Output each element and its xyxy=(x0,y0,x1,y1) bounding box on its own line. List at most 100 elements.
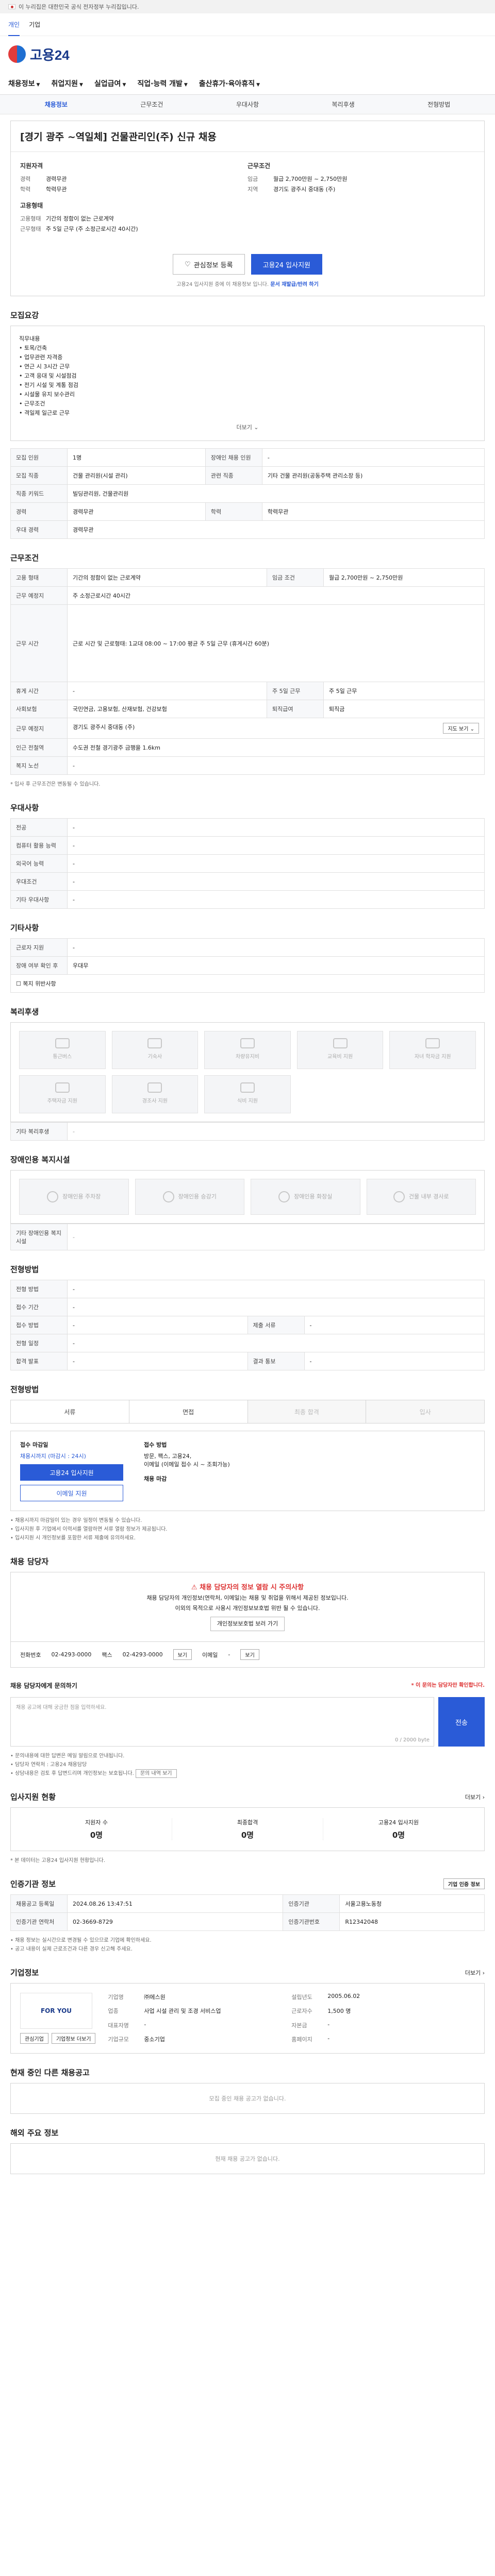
inquiry-textarea[interactable]: 채용 공고에 대해 궁금한 점을 입력하세요. 0 / 2000 byte xyxy=(10,1697,434,1747)
job-description: 직무내용 • 토목/건축 • 업무관련 자격증 • 연근 시 3시간 근무 • 고객 응… xyxy=(10,326,485,441)
gift-icon xyxy=(147,1082,162,1093)
send-button[interactable]: 전송 xyxy=(438,1697,485,1747)
contact-row: 전화번호 02-4293-0000 팩스 02-4293-0000 보기 이메일 - … xyxy=(10,1642,485,1668)
cap-icon xyxy=(425,1038,440,1048)
registration-table: 채용공고 등록일 2024.08.26 13:47:51 인증기관 서울고용노동청 인… xyxy=(10,1894,485,1931)
inquiry-form: 채용 공고에 대해 궁금한 점을 입력하세요. 0 / 2000 byte 전송 xyxy=(10,1697,485,1747)
map-button[interactable]: 지도 보기 ⌄ xyxy=(443,723,479,734)
welfare-tile: 주택자금 지원 xyxy=(19,1075,106,1113)
section-title: 근무조건 xyxy=(10,553,39,563)
work-table: 고용 형태 기간의 정함이 없는 근로계약 임금 조건 월급 2,700만원 ~ 2,… xyxy=(10,568,485,775)
alert-icon: ⚠ xyxy=(191,1584,197,1591)
section-tabs: 채용정보 근무조건 우대사항 복리후생 전형방법 xyxy=(0,95,495,114)
step-document[interactable]: 서류 xyxy=(11,1400,129,1423)
welfare-tile: 통근버스 xyxy=(19,1031,106,1069)
section-title: 현재 중인 다른 채용공고 xyxy=(10,2068,90,2077)
house-icon xyxy=(147,1038,162,1048)
section-title: 전형방법 xyxy=(10,1265,39,1274)
subnav-item[interactable]: 전형방법 xyxy=(391,100,487,109)
inquiry-history-button[interactable]: 문의 내역 보기 xyxy=(135,1769,177,1778)
nav-item[interactable]: 실업급여 ▼ xyxy=(94,78,126,89)
chevron-down-icon: ▼ xyxy=(79,82,83,88)
privacy-law-button[interactable]: 개인정보보호법 보러 가기 xyxy=(210,1617,285,1631)
book-icon xyxy=(333,1038,348,1048)
more-link[interactable]: 더보기 › xyxy=(465,1969,485,1977)
welfare-tile: 차량유지비 xyxy=(204,1031,291,1069)
more-button[interactable]: 더보기 ⌄ xyxy=(19,418,476,432)
company-logo: FOR YOU xyxy=(20,1993,92,2029)
subnav-item[interactable]: 복리후생 xyxy=(295,100,391,109)
section-title: 해외 주요 정보 xyxy=(10,2128,59,2138)
money-icon xyxy=(55,1082,70,1093)
gov-banner: 이 누리집은 대한민국 공식 전자정부 누리집입니다. xyxy=(0,0,495,13)
welfare-tile: 식비 지원 xyxy=(204,1075,291,1113)
chevron-down-icon: ▼ xyxy=(36,82,40,88)
step-interview[interactable]: 면접 xyxy=(129,1400,248,1423)
company-more-button[interactable]: 기업정보 더보기 xyxy=(51,2033,96,2044)
nav-item[interactable]: 취업지원 ▼ xyxy=(51,78,82,89)
top-tabs: 개인 기업 xyxy=(0,13,495,36)
logo[interactable]: 고용24 xyxy=(0,36,495,72)
show-phone-button[interactable]: 보기 xyxy=(173,1649,192,1660)
apply-box: 접수 마감일 채용시까지 (마감시 : 24시) 고용24 입사지원 이메일 지… xyxy=(10,1431,485,1511)
car-icon xyxy=(240,1038,255,1048)
company-info: FOR YOU 관심기업 기업정보 더보기 기업명 ㈜에스원 설립년도 2005.06… xyxy=(10,1983,485,2054)
ramp-icon xyxy=(393,1191,405,1202)
cert-info-button[interactable]: 기업 인증 정보 xyxy=(443,1878,485,1889)
job-title: [경기 광주 ~역일체] 건물관리인(주) 신규 채용 xyxy=(11,121,484,152)
section-title: 장애인용 복지시설 xyxy=(10,1155,70,1164)
requirements-table: 모집 인원 1명 장애인 채용 인원 - 모집 직종 건물 관리원(시설 관리) 관련 직… xyxy=(10,448,485,539)
facility-tile: 장애인용 승강기 xyxy=(135,1179,244,1215)
subnav-item[interactable]: 근무조건 xyxy=(104,100,200,109)
other-table: 근로자 지원 - 장애 여부 확인 후 우대무 ☐ 복지 위반사항 xyxy=(10,938,485,993)
tab-company[interactable]: 기업 xyxy=(29,20,40,29)
show-email-button[interactable]: 보기 xyxy=(240,1649,259,1660)
nav-item[interactable]: 출산휴가·육아휴직 ▼ xyxy=(199,78,260,89)
section-title: 우대사항 xyxy=(10,803,39,812)
logo-icon xyxy=(8,45,26,63)
welfare-tile: 교육비 지원 xyxy=(296,1031,384,1069)
flag-icon xyxy=(8,4,15,9)
section-title: 복리후생 xyxy=(10,1007,39,1016)
chevron-down-icon: ▼ xyxy=(256,82,260,88)
violation-checkbox[interactable]: ☐ 복지 위반사항 xyxy=(10,974,485,993)
apply-button[interactable]: 고용24 입사지원 xyxy=(20,1464,123,1481)
bus-icon xyxy=(55,1038,70,1048)
heart-icon: ♡ xyxy=(185,260,191,268)
disability-box: 장애인용 주차장 장애인용 승강기 장애인용 화장실 건물 내부 경사로 xyxy=(10,1170,485,1224)
facility-tile: 건물 내부 경사로 xyxy=(366,1179,476,1215)
notice-link[interactable]: 문서 재발급/반려 하기 xyxy=(270,282,318,287)
welfare-tile: 자녀 학자금 지원 xyxy=(389,1031,476,1069)
privacy-warning: ⚠ 채용 담당자의 정보 열람 시 주의사항 채용 담당자의 개인정보(연락처,… xyxy=(10,1572,485,1642)
elevator-icon xyxy=(162,1191,174,1202)
follow-company-button[interactable]: 관심기업 xyxy=(20,2033,48,2044)
parking-icon xyxy=(47,1191,59,1202)
apply-button[interactable]: 고용24 입사지원 xyxy=(251,254,322,275)
chevron-down-icon: ▼ xyxy=(184,82,188,88)
preference-table: 전공 - 컴퓨터 활용 능력 - 외국어 능력 - 우대조건 - 기타 우대사항 - xyxy=(10,818,485,909)
section-title: 모집요강 xyxy=(10,311,39,320)
favorite-button[interactable]: ♡ 관심정보 등록 xyxy=(173,254,245,275)
email-apply-button[interactable]: 이메일 지원 xyxy=(20,1485,123,1501)
main-nav: 채용정보 ▼ 취업지원 ▼ 실업급여 ▼ 직업·능력 개발 ▼ 출산휴가·육아휴직 ▼ xyxy=(0,72,495,95)
tab-personal[interactable]: 개인 xyxy=(8,20,20,36)
step-join[interactable]: 입사 xyxy=(366,1400,484,1423)
section-title: 기타사항 xyxy=(10,923,39,933)
job-summary: [경기 광주 ~역일체] 건물관리인(주) 신규 채용 지원자격 경력 경력무관 … xyxy=(10,121,485,296)
nav-item[interactable]: 채용정보 ▼ xyxy=(8,78,40,89)
section-title: 전형방법 xyxy=(10,1385,39,1394)
welfare-tile: 경조사 지원 xyxy=(111,1075,199,1113)
restroom-icon xyxy=(278,1191,290,1202)
process-steps: 서류 면접 최종 합격 입사 xyxy=(10,1400,485,1423)
chevron-down-icon: ▼ xyxy=(122,82,126,88)
more-link[interactable]: 더보기 › xyxy=(465,1793,485,1801)
facility-tile: 장애인용 화장실 xyxy=(251,1179,360,1215)
meal-icon xyxy=(240,1082,255,1093)
nav-item[interactable]: 직업·능력 개발 ▼ xyxy=(137,78,187,89)
subnav-item[interactable]: 채용정보 xyxy=(8,100,104,109)
subnav-item[interactable]: 우대사항 xyxy=(200,100,295,109)
apply-stats: 지원자 수 0명 최종합격 0명 고용24 입사지원 0명 xyxy=(10,1807,485,1851)
welfare-box: 통근버스 기숙사 차량유지비 교육비 지원 자녀 학자금 지원 주택자금 지원 … xyxy=(10,1022,485,1122)
step-final[interactable]: 최종 합격 xyxy=(248,1400,367,1423)
section-title: 채용 담당자 xyxy=(10,1557,49,1566)
